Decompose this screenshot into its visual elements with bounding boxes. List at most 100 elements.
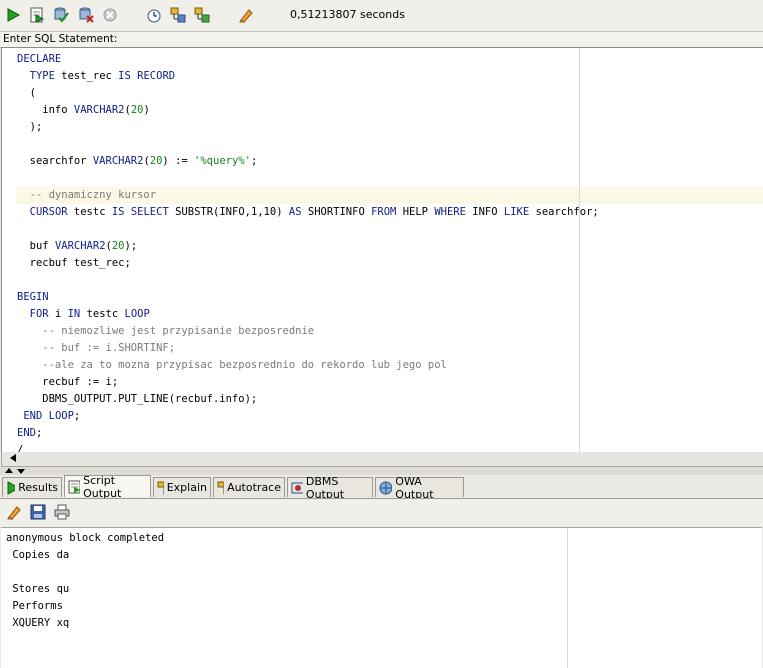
run-statement-icon[interactable]: [4, 6, 22, 24]
sql-statement-header: Enter SQL Statement:: [0, 31, 763, 48]
right-margin-line: [579, 48, 580, 453]
tab-label: Results: [18, 481, 58, 494]
code-token: VARCHAR2: [55, 240, 106, 252]
cancel-icon[interactable]: [101, 6, 119, 24]
save-output-icon[interactable]: [29, 503, 47, 521]
code-token: 20: [150, 155, 163, 167]
sql-history-icon[interactable]: [145, 6, 163, 24]
tab-autotrace[interactable]: Autotrace: [213, 477, 285, 497]
sql-statement-label: Enter SQL Statement:: [3, 33, 117, 45]
tab-script-output[interactable]: Script Output: [64, 475, 151, 497]
code-token: LOOP: [49, 410, 74, 422]
tab-label: Autotrace: [227, 481, 281, 494]
collapse-down-icon[interactable]: [17, 469, 25, 474]
commit-icon[interactable]: [52, 6, 70, 24]
sql-editor[interactable]: DECLARE TYPE test_rec IS RECORD ( info V…: [1, 47, 763, 454]
code-line: --ale za to mozna przypisac bezposrednio…: [17, 357, 447, 374]
code-token: INFO: [466, 206, 504, 218]
editor-gutter: [2, 48, 16, 453]
code-token: test_rec: [55, 70, 118, 82]
code-token: (: [17, 87, 36, 99]
code-token: '%query%': [194, 155, 251, 167]
code-token: RECORD: [137, 70, 175, 82]
code-token: -- buf := i.SHORTINF;: [17, 342, 175, 354]
output-tabs: Results Script Output Explain Autotrace …: [0, 475, 763, 499]
tab-label: DBMS Output: [306, 475, 369, 501]
code-line: TYPE test_rec IS RECORD: [17, 68, 175, 85]
code-token: i: [49, 308, 68, 320]
code-token: ;: [36, 427, 42, 439]
code-token: ): [143, 104, 149, 116]
code-token: searchfor: [17, 155, 93, 167]
dbms-output-icon: [291, 481, 303, 495]
rollback-icon[interactable]: [77, 6, 95, 24]
code-line: );: [17, 119, 42, 136]
code-line: DBMS_OUTPUT.PUT_LINE(recbuf.info);: [17, 391, 257, 408]
code-token: CURSOR: [30, 206, 68, 218]
code-token: );: [125, 240, 138, 252]
tab-dbms-output[interactable]: DBMS Output: [287, 477, 373, 497]
code-token: END: [23, 410, 42, 422]
code-token: IS: [112, 206, 125, 218]
code-line: info VARCHAR2(20): [17, 102, 150, 119]
code-token: );: [17, 121, 42, 133]
print-output-icon[interactable]: [53, 503, 71, 521]
code-token: DBMS_OUTPUT.PUT_LINE(recbuf.info);: [17, 393, 257, 405]
tab-results[interactable]: Results: [2, 477, 62, 497]
explain-icon: [157, 481, 164, 495]
code-token: ) :=: [162, 155, 194, 167]
explain-plan-icon[interactable]: [169, 6, 187, 24]
code-token: 20: [112, 240, 125, 252]
code-line: -- niemozliwe jest przypisanie bezposred…: [17, 323, 314, 340]
code-line: BEGIN: [17, 289, 49, 306]
code-line: CURSOR testc IS SELECT SUBSTR(INFO,1,10)…: [17, 204, 599, 221]
code-token: ;: [74, 410, 80, 422]
clear-icon[interactable]: [237, 6, 255, 24]
code-line: END;: [17, 425, 42, 442]
output-line: Performs: [6, 598, 63, 615]
code-token: [17, 206, 30, 218]
script-output-pane[interactable]: anonymous block completed Copies da Stor…: [1, 527, 762, 668]
tab-explain[interactable]: Explain: [153, 477, 211, 497]
code-token: SELECT: [131, 206, 169, 218]
code-line: buf VARCHAR2(20);: [17, 238, 137, 255]
editor-horizontal-scrollbar[interactable]: [1, 452, 763, 467]
run-script-icon[interactable]: [28, 6, 46, 24]
code-line: END LOOP;: [17, 408, 80, 425]
collapse-up-icon[interactable]: [5, 468, 13, 473]
code-token: BEGIN: [17, 291, 49, 303]
code-token: ;: [251, 155, 257, 167]
tab-owa-output[interactable]: OWA Output: [375, 477, 464, 497]
output-line: XQUERY xq: [6, 615, 69, 632]
code-token: SUBSTR(INFO,1,10): [169, 206, 289, 218]
code-token: --ale za to mozna przypisac bezposrednio…: [17, 359, 447, 371]
code-token: VARCHAR2: [74, 104, 125, 116]
tab-label: Script Output: [83, 474, 147, 500]
tab-label: Explain: [167, 481, 207, 494]
code-token: buf: [17, 240, 55, 252]
code-token: LIKE: [504, 206, 529, 218]
code-line: recbuf test_rec;: [17, 255, 131, 272]
code-token: recbuf test_rec;: [17, 257, 131, 269]
code-token: IN: [68, 308, 81, 320]
code-token: LOOP: [125, 308, 150, 320]
script-output-icon: [68, 480, 80, 494]
scroll-left-icon[interactable]: [10, 454, 16, 462]
code-line: -- buf := i.SHORTINF;: [17, 340, 175, 357]
output-margin-line: [567, 528, 568, 668]
code-line: searchfor VARCHAR2(20) := '%query%';: [17, 153, 257, 170]
clear-output-icon[interactable]: [5, 503, 23, 521]
code-token: DECLARE: [17, 53, 61, 65]
tab-label: OWA Output: [395, 475, 460, 501]
code-token: testc: [68, 206, 112, 218]
code-token: [17, 70, 30, 82]
autotrace-icon: [217, 481, 224, 495]
output-line: anonymous block completed: [6, 530, 164, 547]
code-token: 20: [131, 104, 144, 116]
code-token: FOR: [30, 308, 49, 320]
run-icon: [6, 481, 15, 495]
autotrace-icon[interactable]: [193, 6, 211, 24]
owa-output-icon: [379, 481, 392, 495]
code-token: SHORTINFO: [302, 206, 372, 218]
output-toolbar: [0, 499, 763, 526]
